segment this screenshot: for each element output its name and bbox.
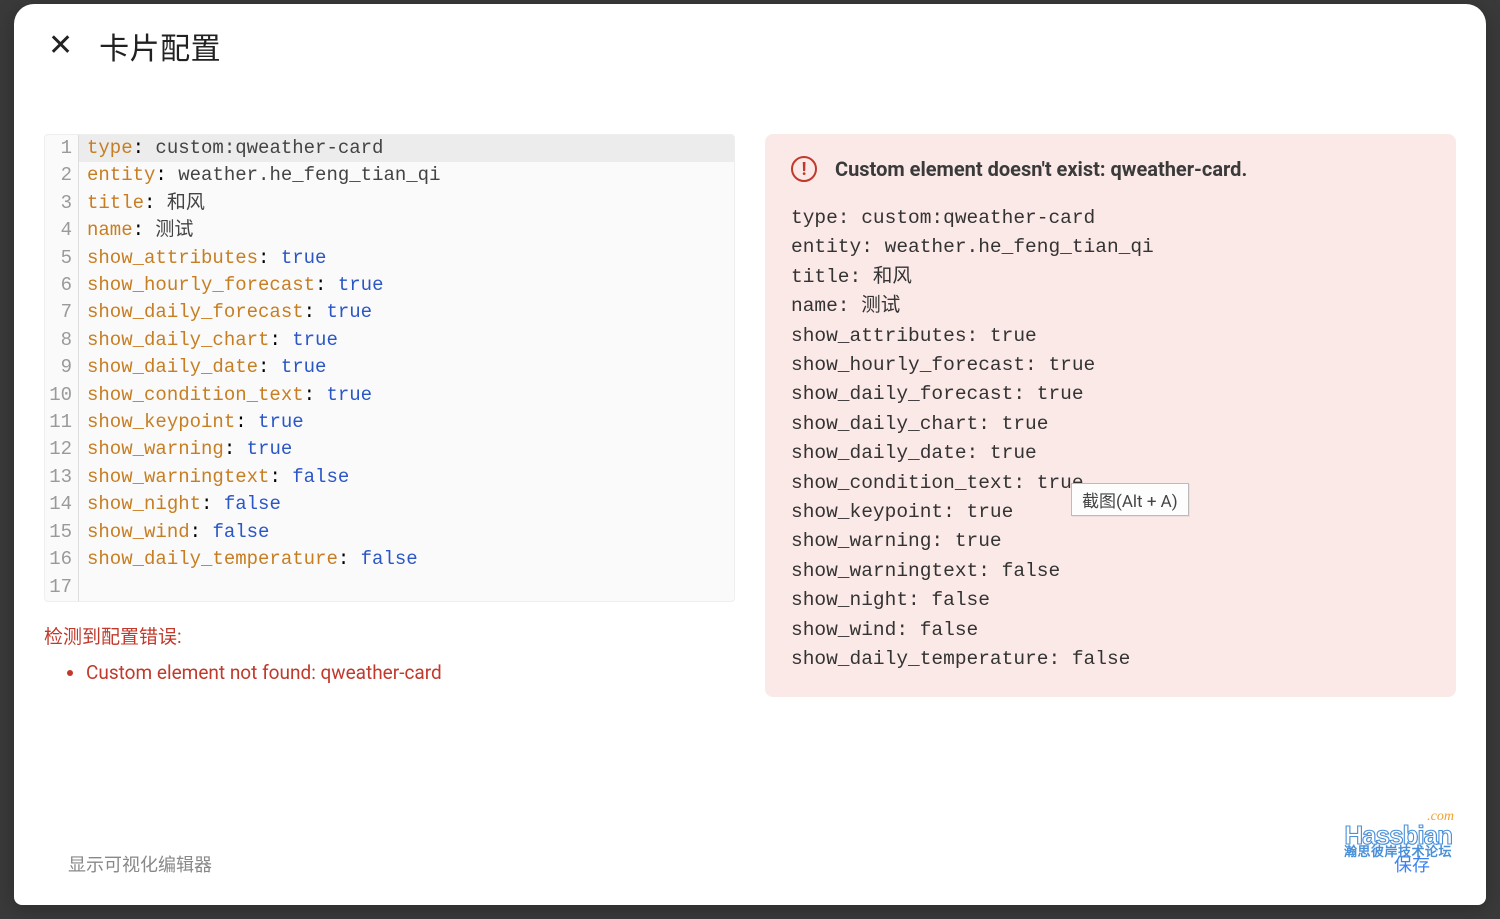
- code-content[interactable]: show_wind: false: [79, 519, 734, 546]
- yaml-editor[interactable]: 1type: custom:qweather-card2entity: weat…: [44, 134, 735, 602]
- editor-line[interactable]: 4name: 测试: [45, 217, 734, 244]
- editor-line[interactable]: 1type: custom:qweather-card: [45, 135, 734, 162]
- dialog-header: ✕ 卡片配置: [14, 4, 1486, 74]
- editor-line[interactable]: 17: [45, 574, 734, 601]
- code-content[interactable]: entity: weather.he_feng_tian_qi: [79, 162, 734, 189]
- save-button[interactable]: 保存: [1394, 851, 1430, 877]
- code-content[interactable]: show_condition_text: true: [79, 382, 734, 409]
- line-number: 11: [45, 409, 79, 436]
- line-number: 3: [45, 190, 79, 217]
- left-pane: 1type: custom:qweather-card2entity: weat…: [44, 134, 735, 684]
- config-error-list: Custom element not found: qweather-card: [86, 661, 735, 684]
- line-number: 14: [45, 491, 79, 518]
- line-number: 16: [45, 546, 79, 573]
- show-visual-editor-button[interactable]: 显示可视化编辑器: [68, 851, 212, 877]
- line-number: 6: [45, 272, 79, 299]
- editor-line[interactable]: 14show_night: false: [45, 491, 734, 518]
- dialog-footer: 显示可视化编辑器 保存: [14, 837, 1486, 905]
- config-error-heading: 检测到配置错误:: [44, 622, 735, 649]
- line-number: 4: [45, 217, 79, 244]
- dialog-title: 卡片配置: [99, 24, 221, 68]
- code-content[interactable]: show_daily_forecast: true: [79, 299, 734, 326]
- line-number: 13: [45, 464, 79, 491]
- editor-line[interactable]: 5show_attributes: true: [45, 245, 734, 272]
- preview-error-panel: Custom element doesn't exist: qweather-c…: [765, 134, 1456, 697]
- editor-line[interactable]: 13show_warningtext: false: [45, 464, 734, 491]
- editor-line[interactable]: 2entity: weather.he_feng_tian_qi: [45, 162, 734, 189]
- line-number: 7: [45, 299, 79, 326]
- error-title: Custom element doesn't exist: qweather-c…: [835, 157, 1247, 181]
- screenshot-tooltip: 截图(Alt + A): [1071, 483, 1189, 516]
- code-content[interactable]: type: custom:qweather-card: [79, 135, 734, 162]
- editor-line[interactable]: 7show_daily_forecast: true: [45, 299, 734, 326]
- alert-icon: [791, 156, 817, 182]
- line-number: 12: [45, 436, 79, 463]
- editor-line[interactable]: 11show_keypoint: true: [45, 409, 734, 436]
- error-yaml-dump: type: custom:qweather-card entity: weath…: [791, 204, 1430, 675]
- editor-line[interactable]: 16show_daily_temperature: false: [45, 546, 734, 573]
- error-header: Custom element doesn't exist: qweather-c…: [791, 156, 1430, 182]
- code-content[interactable]: show_warningtext: false: [79, 464, 734, 491]
- line-number: 1: [45, 135, 79, 162]
- code-content[interactable]: show_warning: true: [79, 436, 734, 463]
- code-content[interactable]: show_keypoint: true: [79, 409, 734, 436]
- editor-line[interactable]: 12show_warning: true: [45, 436, 734, 463]
- code-content[interactable]: show_daily_temperature: false: [79, 546, 734, 573]
- code-content[interactable]: show_daily_date: true: [79, 354, 734, 381]
- card-config-dialog: ✕ 卡片配置 1type: custom:qweather-card2entit…: [14, 4, 1486, 905]
- code-content[interactable]: show_daily_chart: true: [79, 327, 734, 354]
- line-number: 10: [45, 382, 79, 409]
- editor-line[interactable]: 15show_wind: false: [45, 519, 734, 546]
- line-number: 2: [45, 162, 79, 189]
- line-number: 17: [45, 574, 79, 601]
- config-error-item: Custom element not found: qweather-card: [86, 661, 735, 684]
- editor-line[interactable]: 6show_hourly_forecast: true: [45, 272, 734, 299]
- code-content[interactable]: show_attributes: true: [79, 245, 734, 272]
- line-number: 8: [45, 327, 79, 354]
- code-content[interactable]: name: 测试: [79, 217, 734, 244]
- editor-line[interactable]: 8show_daily_chart: true: [45, 327, 734, 354]
- code-content[interactable]: show_hourly_forecast: true: [79, 272, 734, 299]
- line-number: 5: [45, 245, 79, 272]
- right-pane: Custom element doesn't exist: qweather-c…: [765, 134, 1456, 697]
- code-content[interactable]: show_night: false: [79, 491, 734, 518]
- editor-line[interactable]: 9show_daily_date: true: [45, 354, 734, 381]
- close-icon[interactable]: ✕: [48, 31, 73, 61]
- code-content[interactable]: [79, 574, 734, 601]
- editor-line[interactable]: 10show_condition_text: true: [45, 382, 734, 409]
- editor-line[interactable]: 3title: 和风: [45, 190, 734, 217]
- line-number: 9: [45, 354, 79, 381]
- code-content[interactable]: title: 和风: [79, 190, 734, 217]
- dialog-body: 1type: custom:qweather-card2entity: weat…: [14, 74, 1486, 837]
- line-number: 15: [45, 519, 79, 546]
